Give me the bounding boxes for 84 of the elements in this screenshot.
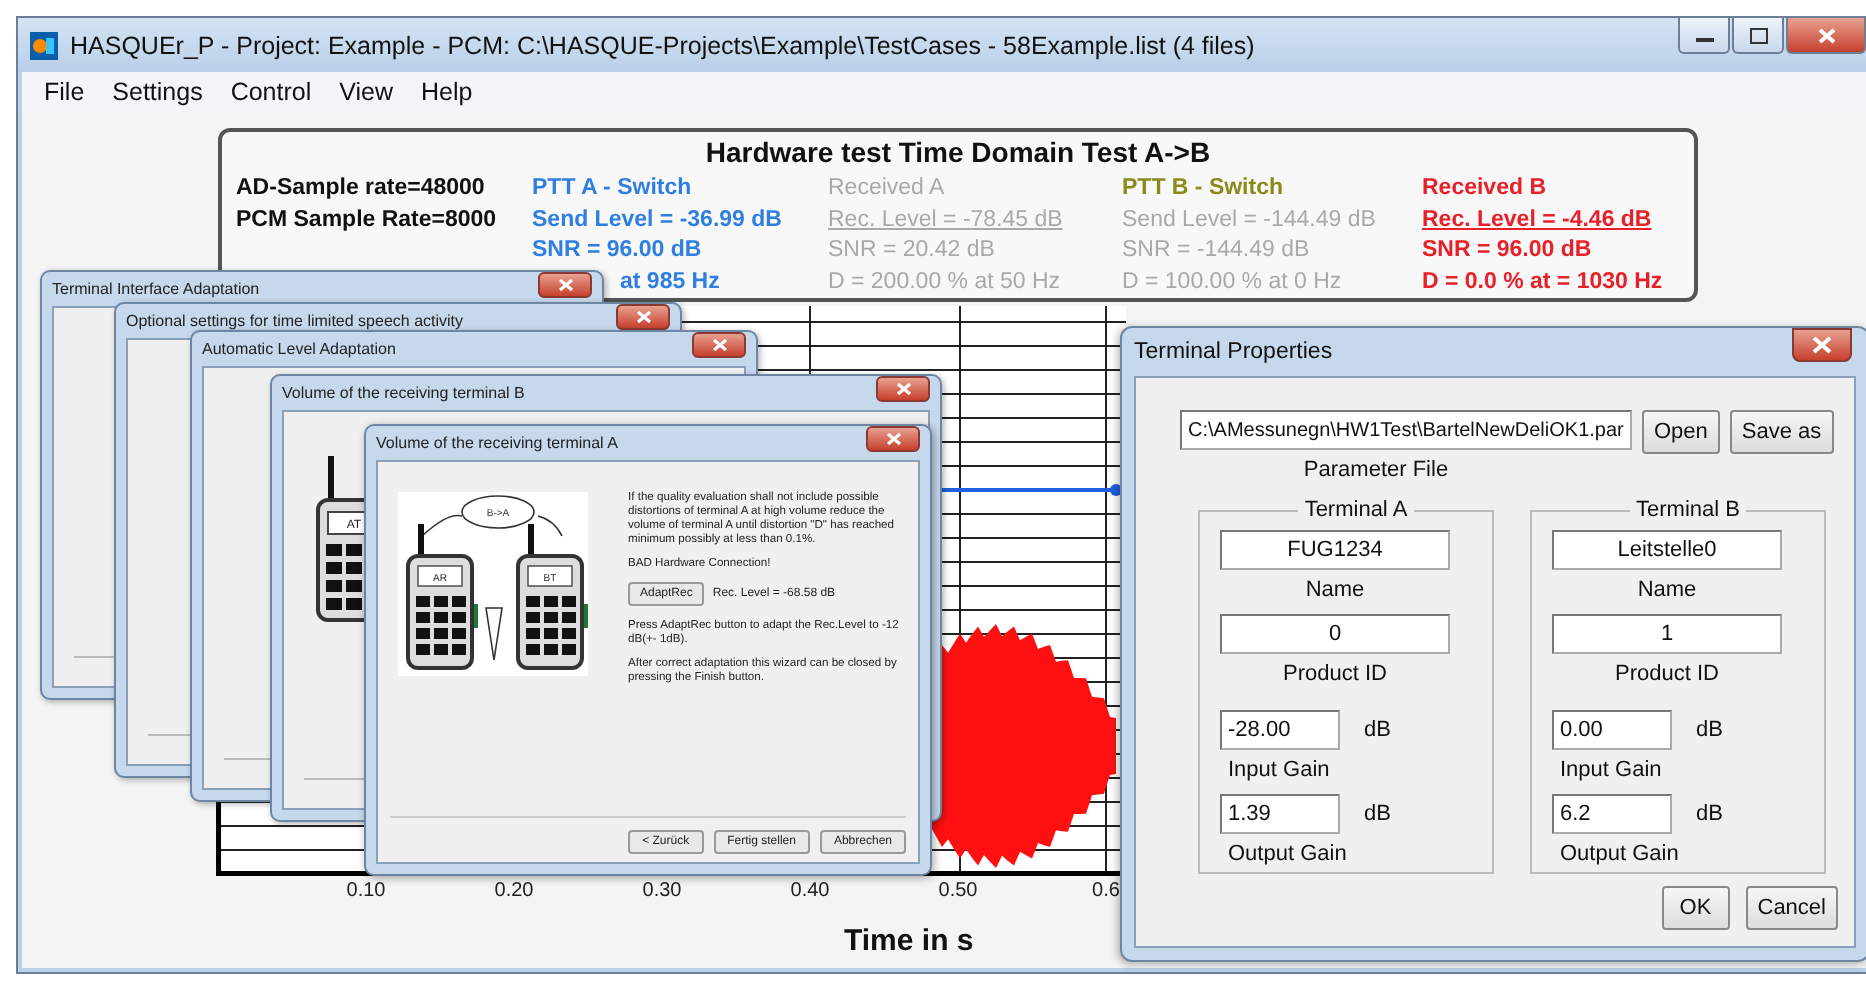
close-icon (885, 432, 901, 446)
group-title: Terminal A (1302, 498, 1410, 522)
field-label: Input Gain (1228, 758, 1332, 782)
measurement-text: AD-Sample rate=48000 (236, 174, 485, 204)
gain-field[interactable]: 1.39 (1220, 794, 1340, 834)
file-button[interactable]: Open (1642, 410, 1720, 454)
measurement-text: Send Level = -144.49 dB (1122, 205, 1376, 235)
measurement-text: Received B (1422, 174, 1547, 204)
maximize-icon (1749, 27, 1767, 43)
text-field[interactable]: Leitstelle0 (1552, 530, 1782, 570)
menu-item[interactable]: View (325, 78, 407, 106)
menu-item[interactable]: Help (407, 78, 487, 106)
unit-label: dB (1696, 718, 1723, 742)
dialog-title: Terminal Interface Adaptation (52, 280, 260, 298)
group-title: Terminal B (1634, 498, 1742, 522)
measurement-text: PTT A - Switch (532, 174, 692, 204)
dialog-title: Terminal Properties (1134, 340, 1333, 364)
app-logo-icon (30, 31, 58, 59)
measurement-text: SNR = -144.49 dB (1122, 236, 1310, 266)
measurement-text: SNR = 96.00 dB (532, 236, 702, 266)
axis-tick-label: 0.40 (788, 880, 832, 902)
minimize-button[interactable] (1678, 18, 1730, 54)
unit-label: dB (1364, 802, 1391, 826)
maximize-button[interactable] (1732, 18, 1784, 54)
dialog-title: Optional settings for time limited speech activity (126, 312, 464, 330)
field-label: Name (1635, 578, 1699, 602)
field-label: Output Gain (1228, 842, 1349, 866)
window-title: HASQUEr_P - Project: Example - PCM: C:\HASQUE-Projects\Example\TestCases - 58Example.list (4 files) (70, 31, 1255, 59)
axis-tick-label: 0.10 (344, 880, 388, 902)
dialog-button[interactable]: OK (1661, 886, 1730, 930)
file-path-field[interactable]: C:\AMessunegn\HW1Test\BartelNewDeliOK1.par (1180, 410, 1632, 450)
field-label: Product ID (1281, 662, 1389, 686)
close-icon (1812, 336, 1832, 354)
text-field[interactable]: 1 (1552, 614, 1782, 654)
field-label: Input Gain (1560, 758, 1664, 782)
measurement-text: Rec. Level = -78.45 dB (828, 205, 1063, 235)
field-label: Name (1303, 578, 1367, 602)
axis-title: Time in s (844, 924, 976, 958)
axis-tick-label: 0.30 (640, 880, 684, 902)
close-button[interactable] (1792, 328, 1852, 362)
measurement-text: PCM Sample Rate=8000 (236, 205, 497, 235)
measurement-text: D = 100.00 % at 0 Hz (1122, 267, 1342, 297)
field-label: Output Gain (1560, 842, 1681, 866)
measurement-text: SNR = 96.00 dB (1422, 236, 1592, 266)
close-button[interactable] (616, 304, 670, 330)
gain-field[interactable]: -28.00 (1220, 710, 1340, 750)
test-title: Hardware test Time Domain Test A->B (703, 134, 1213, 168)
axis-tick-label: 0.20 (492, 880, 536, 902)
measurement-text: at 985 Hz (620, 267, 720, 297)
measurement-text: SNR = 20.42 dB (828, 236, 995, 266)
measurement-text: Send Level = -36.99 dB (532, 205, 782, 235)
axis-tick-label: 0.6 (1090, 880, 1122, 902)
measurement-text: Received A (828, 174, 945, 204)
close-button[interactable] (866, 426, 920, 452)
gain-field[interactable]: 6.2 (1552, 794, 1672, 834)
dialog-title: Volume of the receiving terminal B (282, 384, 525, 402)
measurement-text: PTT B - Switch (1122, 174, 1283, 204)
unit-label: dB (1364, 718, 1391, 742)
measurement-text: Rec. Level = -4.46 dB (1422, 205, 1652, 235)
close-button[interactable] (876, 376, 930, 402)
field-label: Parameter File (1303, 458, 1449, 482)
menu-item[interactable]: Settings (98, 78, 217, 106)
unit-label: dB (1696, 802, 1723, 826)
dialog-title: Automatic Level Adaptation (202, 340, 396, 358)
close-icon (895, 382, 911, 396)
measurement-text: D = 200.00 % at 50 Hz (828, 267, 1061, 297)
close-button[interactable] (1786, 18, 1866, 54)
close-icon (635, 310, 651, 324)
axis-tick-label: 0.50 (936, 880, 980, 902)
close-icon (1817, 27, 1835, 43)
menu-item[interactable]: Control (216, 78, 326, 106)
text-field[interactable]: 0 (1220, 614, 1450, 654)
text-field[interactable]: FUG1234 (1220, 530, 1450, 570)
close-icon (557, 278, 573, 292)
file-button[interactable]: Save as (1729, 410, 1834, 454)
measurement-text: D = 0.0 % at = 1030 Hz (1422, 267, 1663, 297)
gain-field[interactable]: 0.00 (1552, 710, 1672, 750)
dialog-button[interactable]: Cancel (1745, 886, 1838, 930)
menu-item[interactable]: File (30, 78, 99, 106)
close-icon (711, 338, 727, 352)
field-label: Product ID (1613, 662, 1721, 686)
close-button[interactable] (692, 332, 746, 358)
close-button[interactable] (538, 272, 592, 298)
dialog-title: Volume of the receiving terminal A (376, 434, 618, 452)
